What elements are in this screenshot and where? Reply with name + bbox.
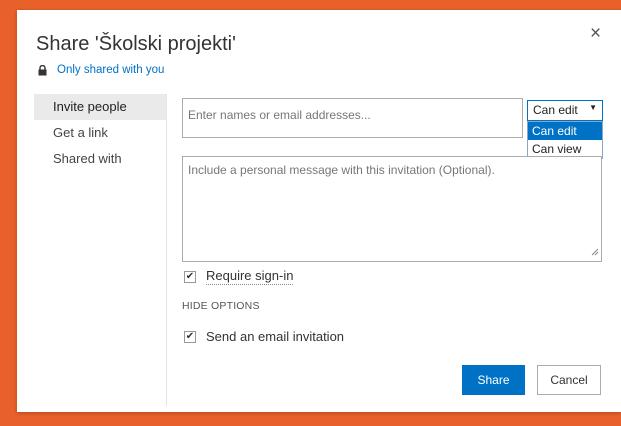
send-email-label[interactable]: Send an email invitation	[206, 329, 344, 344]
message-textarea[interactable]: Include a personal message with this inv…	[182, 156, 602, 262]
shared-status-link[interactable]: Only shared with you	[57, 64, 164, 76]
message-placeholder: Include a personal message with this inv…	[188, 163, 495, 177]
require-signin-row: ✔ Require sign-in	[184, 268, 294, 285]
nav-item-invite-people[interactable]: Invite people	[34, 94, 166, 120]
require-signin-checkbox[interactable]: ✔	[184, 270, 196, 283]
permission-option-can-edit[interactable]: Can edit	[528, 122, 602, 140]
permission-dropdown: Can edit Can view	[527, 121, 603, 159]
permission-select[interactable]: Can edit ▼	[527, 100, 603, 121]
nav-item-shared-with[interactable]: Shared with	[34, 146, 166, 172]
names-input[interactable]: Enter names or email addresses...	[182, 98, 523, 138]
share-dialog: Share 'Školski projekti' × Only shared w…	[17, 10, 621, 412]
require-signin-label[interactable]: Require sign-in	[206, 268, 294, 285]
permission-selected-value: Can edit	[533, 103, 578, 117]
sharing-status: Only shared with you	[38, 64, 164, 76]
resize-grip-icon[interactable]	[591, 245, 599, 259]
lock-icon	[38, 64, 47, 76]
dialog-title: Share 'Školski projekti'	[36, 33, 236, 55]
cancel-button[interactable]: Cancel	[537, 365, 601, 395]
nav-divider	[166, 94, 167, 406]
nav-item-get-a-link[interactable]: Get a link	[34, 120, 166, 146]
share-nav: Invite people Get a link Shared with	[34, 94, 166, 172]
hide-options-link[interactable]: HIDE OPTIONS	[182, 300, 260, 312]
send-email-checkbox[interactable]: ✔	[184, 330, 196, 343]
send-email-row: ✔ Send an email invitation	[184, 329, 344, 344]
dropdown-arrow-icon: ▼	[589, 103, 597, 112]
share-button[interactable]: Share	[462, 365, 525, 395]
close-icon[interactable]: ×	[590, 23, 601, 45]
